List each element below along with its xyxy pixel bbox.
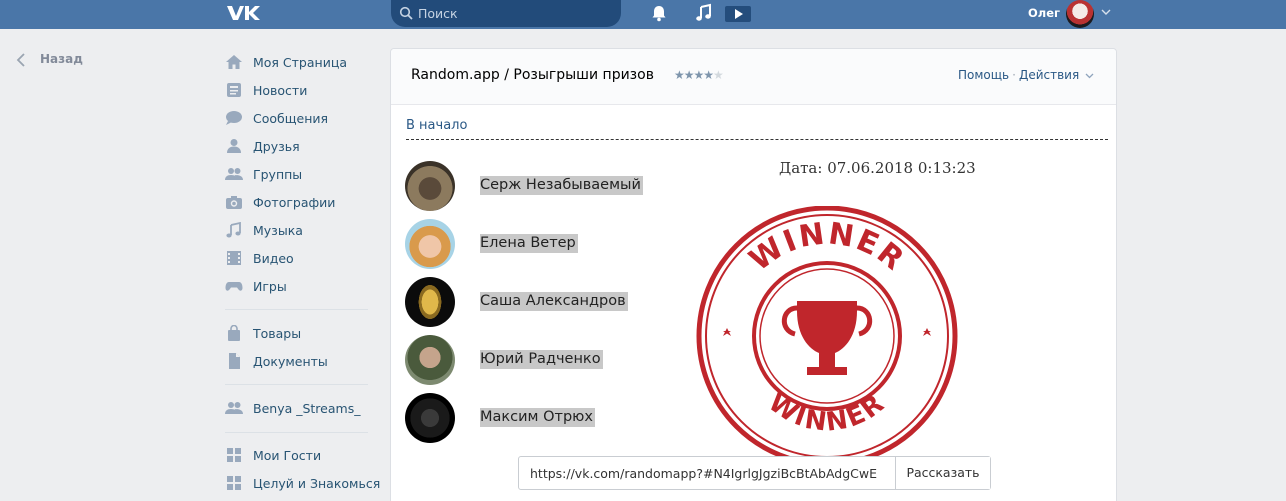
- menu-item-video[interactable]: Видео: [225, 247, 370, 269]
- draw-date: Дата: 07.06.2018 0:13:23: [779, 159, 976, 177]
- help-link[interactable]: Помощь: [958, 68, 1009, 82]
- search-input[interactable]: [418, 4, 608, 22]
- bag-icon: [228, 325, 240, 341]
- menu-divider: [225, 432, 368, 433]
- rating-stars: ★★★★★: [674, 68, 724, 82]
- separator-dot: ·: [1012, 68, 1016, 82]
- avatar: [1066, 0, 1094, 28]
- menu-item-label: Документы: [253, 354, 328, 369]
- search-icon: [399, 6, 413, 20]
- share-url-field[interactable]: [519, 457, 895, 489]
- chevron-down-icon: [1101, 9, 1111, 15]
- winner-name[interactable]: Серж Незабываемый: [480, 176, 643, 195]
- music-note-icon[interactable]: [694, 3, 714, 23]
- camera-icon: [226, 196, 242, 209]
- winner-stamp: WINNER WINNER: [696, 206, 958, 461]
- groups-icon: [225, 168, 243, 180]
- dashed-divider: [406, 139, 1108, 140]
- search-box[interactable]: [391, 0, 621, 27]
- music-icon: [226, 222, 241, 238]
- share-button[interactable]: Рассказать: [895, 457, 990, 489]
- winner-name[interactable]: Максим Отрюх: [480, 408, 595, 427]
- avatar[interactable]: [405, 393, 455, 443]
- winner-name[interactable]: Юрий Радченко: [480, 350, 603, 369]
- stamp-text-bottom: WINNER: [763, 388, 889, 438]
- user-name: Олег: [1028, 6, 1061, 20]
- menu-item-goods[interactable]: Товары: [225, 322, 370, 344]
- app-header-links: Помощь · Действия: [958, 68, 1094, 82]
- actions-link[interactable]: Действия: [1019, 68, 1079, 82]
- menu-item-label: Мои Гости: [253, 448, 322, 463]
- menu-item-label: Фотографии: [253, 195, 336, 210]
- app-title[interactable]: Random.app / Розыгрыши призов: [411, 67, 654, 83]
- avatar[interactable]: [405, 335, 455, 385]
- menu-divider: [225, 309, 368, 310]
- winners-list: Серж Незабываемый Елена Ветер Саша Алекс…: [405, 161, 705, 451]
- svg-text:WINNER: WINNER: [763, 388, 891, 438]
- menu-item-music[interactable]: Музыка: [225, 219, 370, 241]
- top-header: Олег: [0, 0, 1286, 29]
- star-icon: ★★★★: [674, 68, 714, 82]
- messages-icon: [226, 111, 242, 125]
- menu-item-label: Группы: [253, 167, 303, 182]
- video-icon: [227, 251, 241, 265]
- chevron-left-icon: [16, 53, 25, 67]
- home-icon: [226, 55, 242, 69]
- gamepad-icon: [225, 282, 243, 291]
- menu-item-label: Друзья: [253, 139, 300, 154]
- winner-row: Максим Отрюх: [405, 393, 705, 445]
- winner-row: Саша Александров: [405, 277, 705, 329]
- menu-item-photos[interactable]: Фотографии: [225, 191, 370, 213]
- menu-item-documents[interactable]: Документы: [225, 350, 370, 372]
- winner-row: Юрий Радченко: [405, 335, 705, 387]
- menu-item-label: Моя Страница: [253, 55, 347, 70]
- user-menu[interactable]: Олег: [1020, 0, 1120, 29]
- app-header: Random.app / Розыгрыши призов ★★★★★ Помо…: [391, 49, 1116, 105]
- menu-item-kiss-and-meet[interactable]: Целуй и Знакомься: [225, 472, 380, 494]
- menu-item-label: Игры: [253, 279, 287, 294]
- trophy-icon: [781, 301, 873, 375]
- group-icon: [225, 402, 243, 414]
- menu-item-news[interactable]: Новости: [225, 79, 370, 101]
- avatar[interactable]: [405, 219, 455, 269]
- home-link[interactable]: В начало: [406, 118, 467, 133]
- menu-item-label: Benya _Streams_: [253, 401, 361, 416]
- bell-icon[interactable]: [649, 3, 669, 23]
- winner-row: Серж Незабываемый: [405, 161, 705, 213]
- menu-item-messages[interactable]: Сообщения: [225, 107, 370, 129]
- menu-item-my-guests[interactable]: Мои Гости: [225, 444, 370, 466]
- winner-row: Елена Ветер: [405, 219, 705, 271]
- winner-name[interactable]: Саша Александров: [480, 292, 628, 311]
- menu-item-groups[interactable]: Группы: [225, 163, 370, 185]
- chevron-down-icon: [1085, 73, 1094, 78]
- play-icon[interactable]: [725, 3, 751, 23]
- menu-item-friends[interactable]: Друзья: [225, 135, 370, 157]
- menu-item-label: Целуй и Знакомься: [253, 476, 381, 491]
- share-bar: Рассказать: [518, 456, 991, 490]
- document-icon: [229, 353, 240, 369]
- menu-item-label: Видео: [253, 251, 294, 266]
- vk-logo[interactable]: [225, 4, 261, 22]
- avatar[interactable]: [405, 277, 455, 327]
- menu-item-benya-streams[interactable]: Benya _Streams_: [225, 397, 370, 419]
- menu-item-label: Сообщения: [253, 111, 329, 126]
- back-link[interactable]: Назад: [15, 51, 95, 69]
- app-grid-icon: [227, 476, 241, 490]
- menu-item-games[interactable]: Игры: [225, 275, 370, 297]
- menu-item-label: Товары: [253, 326, 302, 341]
- friends-icon: [227, 139, 241, 153]
- avatar[interactable]: [405, 161, 455, 211]
- menu-item-label: Музыка: [253, 223, 303, 238]
- star-icon: ★: [713, 68, 724, 82]
- news-icon: [227, 83, 241, 97]
- winner-name[interactable]: Елена Ветер: [480, 234, 578, 253]
- back-label: Назад: [40, 52, 83, 66]
- menu-item-my-page[interactable]: Моя Страница: [225, 51, 370, 73]
- menu-item-label: Новости: [253, 83, 308, 98]
- menu-divider: [225, 384, 368, 385]
- app-panel: Random.app / Розыгрыши призов ★★★★★ Помо…: [390, 48, 1117, 501]
- app-grid-icon: [227, 448, 241, 462]
